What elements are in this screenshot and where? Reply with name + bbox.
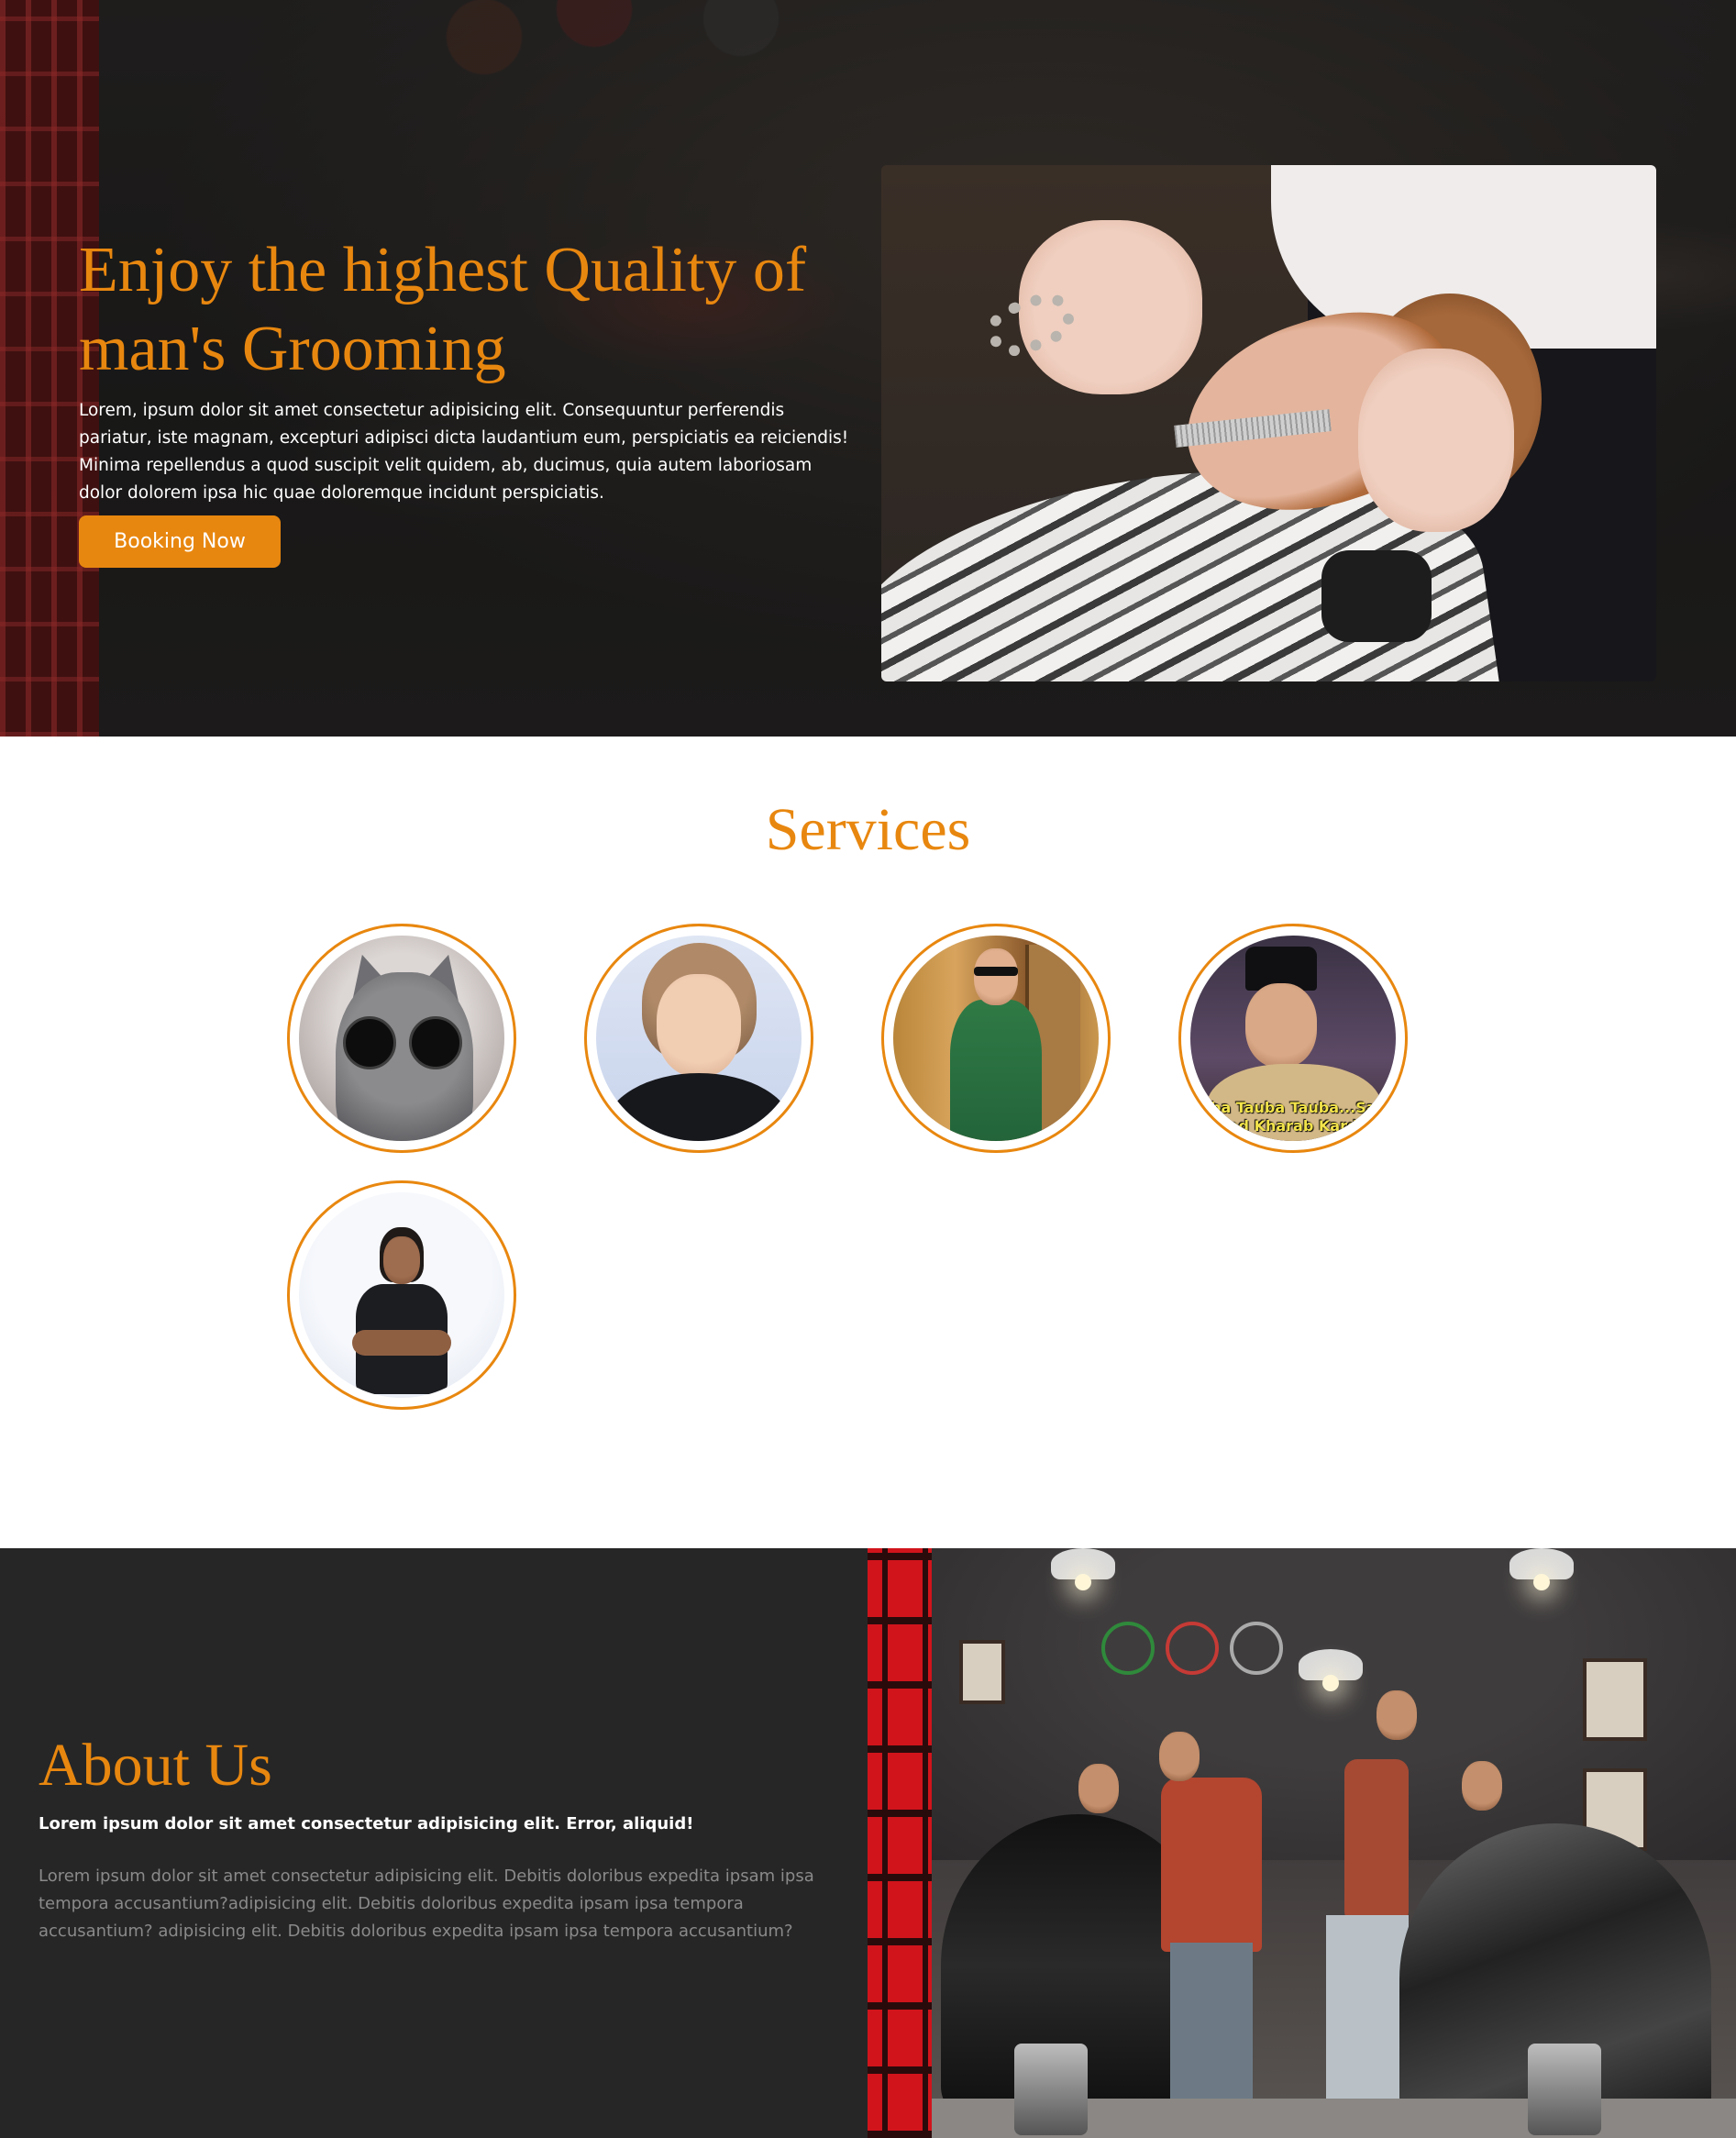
service-item-man-arms-crossed[interactable] xyxy=(287,1180,516,1410)
meme-caption-line2: od Kharab Kard xyxy=(1228,1117,1358,1135)
image-barber-chair xyxy=(1014,2044,1088,2135)
services-title: Services xyxy=(765,796,971,863)
hero-title: Enjoy the highest Quality of man's Groom… xyxy=(79,235,807,384)
service-item-cat[interactable] xyxy=(287,924,516,1153)
image-wall-sign xyxy=(1230,1622,1283,1675)
green-suit-sunglasses xyxy=(974,967,1018,976)
image-lamp xyxy=(1509,1548,1574,1590)
portrait-shirt xyxy=(605,1073,792,1141)
image-wall-sign xyxy=(1101,1622,1155,1675)
man-face xyxy=(383,1236,420,1284)
image-barber-jeans xyxy=(1170,1943,1253,2117)
image-wall-sign xyxy=(1166,1622,1219,1675)
image-wall-frame xyxy=(1583,1658,1647,1741)
service-item-portrait[interactable] xyxy=(584,924,813,1153)
service-item-green-suit[interactable] xyxy=(881,924,1111,1153)
image-barber2-jeans xyxy=(1326,1915,1409,2117)
image-lamp xyxy=(1299,1649,1363,1691)
about-description: Lorem ipsum dolor sit amet consectetur a… xyxy=(39,1867,814,1941)
service-image-meme: uba Tauba Tauba...Saa od Kharab Kard xyxy=(1190,936,1396,1141)
service-image-portrait xyxy=(596,936,802,1141)
sunglasses-lens-left xyxy=(343,1016,396,1069)
image-chair-headrest xyxy=(1321,550,1432,642)
hero-barber-image xyxy=(881,165,1656,681)
image-wall-frame xyxy=(959,1640,1005,1704)
image-barber-apron xyxy=(1161,1778,1262,1952)
about-barbershop-image xyxy=(868,1548,1736,2138)
service-image-green-suit xyxy=(893,936,1099,1141)
image-barber-hand-right xyxy=(1358,349,1514,532)
image-barber-head xyxy=(1159,1732,1200,1781)
meme-caption-line1: uba Tauba Tauba...Saa xyxy=(1200,1099,1387,1116)
hero-description: Lorem, ipsum dolor sit amet consectetur … xyxy=(79,401,849,503)
man-crossed-arms xyxy=(352,1330,451,1356)
booking-now-button[interactable]: Booking Now xyxy=(79,515,281,568)
service-item-meme[interactable]: uba Tauba Tauba...Saa od Kharab Kard xyxy=(1178,924,1408,1153)
about-section: About Us Lorem ipsum dolor sit amet cons… xyxy=(0,1548,1736,2138)
image-lamp xyxy=(1051,1548,1115,1590)
image-client-head xyxy=(1078,1764,1119,1813)
meme-face xyxy=(1245,983,1317,1068)
image-client2-head xyxy=(1462,1761,1502,1811)
image-red-door xyxy=(868,1548,932,2138)
about-lead: Lorem ipsum dolor sit amet consectetur a… xyxy=(39,1814,694,1833)
green-suit-head xyxy=(974,948,1018,1005)
portrait-face xyxy=(657,974,741,1077)
hero-section: Enjoy the highest Quality of man's Groom… xyxy=(0,0,1736,737)
image-barber-chair xyxy=(1528,2044,1601,2135)
image-barber2-head xyxy=(1377,1690,1417,1740)
sunglasses-lens-right xyxy=(409,1016,462,1069)
service-image-man-arms-crossed xyxy=(299,1192,504,1398)
service-image-cat xyxy=(299,936,504,1141)
green-suit-body xyxy=(950,1000,1042,1141)
image-barber2-apron xyxy=(1344,1759,1409,1924)
about-title: About Us xyxy=(39,1732,272,1799)
